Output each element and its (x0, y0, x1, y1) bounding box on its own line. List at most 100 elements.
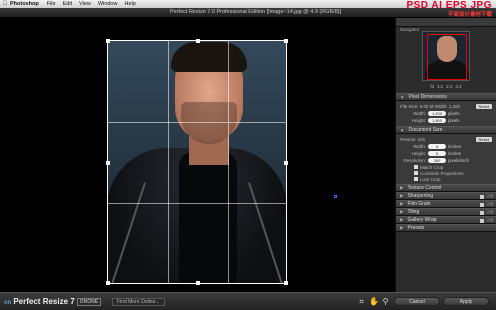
disclosure-closed-icon: ▶ (400, 201, 404, 206)
gallery-wrap-toggle[interactable] (480, 219, 484, 223)
pixel-width-unit[interactable]: pixels (448, 111, 460, 116)
zoom-fit[interactable]: fit (430, 84, 434, 89)
doc-width-input[interactable]: 4 (428, 144, 446, 149)
window-title: Perfect Resize 7.0 Professional Edition … (170, 9, 342, 15)
crop-handle-bl[interactable] (106, 281, 110, 285)
constrain-proportions-label: Constrain Proportions (420, 170, 464, 176)
checkbox-box[interactable] (414, 177, 418, 181)
pixel-height-label: Height: (411, 118, 426, 123)
pixel-height-row: Height: 1,500 pixels (400, 117, 492, 124)
checkbox-box[interactable] (414, 165, 418, 169)
menu-view[interactable]: View (79, 1, 91, 7)
document-size-body: Presets: 4x5 Reset Width: 4 inches Heigh… (396, 134, 496, 184)
section-sharpening-label: Sharpening (407, 193, 434, 199)
section-film-grain[interactable]: ▶ Film Grain Off (396, 200, 496, 208)
watermark-line2: 平面设计素材下载 (447, 12, 492, 18)
lock-crop-checkbox[interactable]: Lock Crop (400, 176, 492, 182)
cancel-button[interactable]: Cancel (394, 297, 440, 306)
doc-reset-button[interactable]: Reset (475, 137, 492, 142)
section-pixel-dimensions-label: Pixel Dimensions (408, 94, 447, 100)
apply-button[interactable]: Apply (443, 297, 489, 306)
disclosure-open-icon: ▼ (400, 94, 405, 100)
section-document-size[interactable]: ▼ Document Size (396, 126, 496, 134)
bottom-toolbar: on Perfect Resize 7 ONONE Find More Online… (0, 292, 496, 310)
disclosure-open-icon: ▼ (400, 127, 405, 133)
pixel-height-input[interactable]: 1,500 (428, 118, 446, 123)
resolution-input[interactable]: 300 (428, 158, 446, 163)
pixel-width-row: Width: 1,200 pixels (400, 110, 492, 117)
section-document-size-label: Document Size (408, 127, 443, 133)
pixel-reset-button[interactable]: Reset (475, 104, 492, 109)
find-more-online-button[interactable]: Find More Online... (112, 298, 165, 306)
watermark: PSD AI EPS JPG 平面设计素材下载 (406, 0, 492, 18)
zoom-tool-icon[interactable]: ⚲ (381, 297, 390, 306)
navigator-tab[interactable]: Navigator (396, 25, 423, 34)
doc-height-input[interactable]: 5 (428, 151, 446, 156)
doc-height-label: Height: (411, 151, 426, 156)
resolution-label: Resolution: (403, 158, 426, 163)
pixel-width-input[interactable]: 1,200 (428, 111, 446, 116)
apple-menu-icon[interactable]:  (0, 1, 10, 7)
crop-handle-t[interactable] (196, 39, 200, 43)
section-texture-control-label: Texture Control (407, 185, 442, 191)
resolution-unit[interactable]: pixels/inch (448, 158, 469, 163)
sharpening-toggle[interactable] (480, 195, 484, 199)
crop-handle-r[interactable] (284, 161, 288, 165)
crop-handle-l[interactable] (106, 161, 110, 165)
disclosure-closed-icon: ▶ (400, 217, 404, 222)
crop-handle-b[interactable] (196, 281, 200, 285)
gallery-wrap-state: Off (487, 218, 493, 223)
navigator-header: Navigator (396, 18, 496, 32)
section-tiling-label: Tiling (407, 209, 420, 215)
section-gallery-wrap[interactable]: ▶ Gallery Wrap Off (396, 216, 496, 224)
preset-select[interactable]: Presets: 4x5 (400, 137, 474, 142)
pixel-width-label: Width: (413, 111, 426, 116)
menu-edit[interactable]: Edit (63, 1, 72, 7)
tiling-state: Off (487, 210, 493, 215)
pixel-height-unit[interactable]: pixels (448, 118, 460, 123)
navigator-thumbnail[interactable] (422, 31, 470, 81)
tiling-toggle[interactable] (480, 211, 484, 215)
brand-badge: ONONE (76, 297, 102, 306)
navigator-view-frame[interactable] (427, 34, 467, 80)
settings-panel: Navigator fit 1:1 2:1 4:1 ▼ Pixel Dimens… (395, 18, 496, 292)
crop-box[interactable] (106, 39, 288, 285)
film-grain-toggle[interactable] (480, 203, 484, 207)
crop-grid-hline-2 (108, 203, 286, 204)
zoom-1-1[interactable]: 1:1 (437, 84, 443, 89)
resolution-row: Resolution: 300 pixels/inch (400, 157, 492, 164)
section-tiling[interactable]: ▶ Tiling Off (396, 208, 496, 216)
doc-width-row: Width: 4 inches (400, 143, 492, 150)
sharpening-state: Off (487, 194, 493, 199)
section-sharpening[interactable]: ▶ Sharpening Off (396, 192, 496, 200)
cursor-marker (334, 195, 337, 198)
crop-tool-icon[interactable]: ⌗ (357, 297, 366, 306)
doc-height-unit[interactable]: inches (448, 151, 461, 156)
disclosure-closed-icon: ▶ (400, 209, 404, 214)
menu-window[interactable]: Window (98, 1, 118, 7)
doc-height-row: Height: 5 inches (400, 150, 492, 157)
doc-width-unit[interactable]: inches (448, 144, 461, 149)
crop-handle-br[interactable] (284, 281, 288, 285)
crop-handle-tr[interactable] (284, 39, 288, 43)
zoom-4-1[interactable]: 4:1 (455, 84, 461, 89)
zoom-2-1[interactable]: 2:1 (446, 84, 452, 89)
product-name: Perfect Resize 7 (13, 297, 75, 306)
menu-file[interactable]: File (47, 1, 56, 7)
hand-tool-icon[interactable]: ✋ (369, 297, 379, 306)
lock-crop-label: Lock Crop (420, 176, 441, 182)
menu-help[interactable]: Help (124, 1, 135, 7)
section-texture-control[interactable]: ▶ Texture Control (396, 184, 496, 192)
match-crop-label: Match Crop (420, 164, 444, 170)
disclosure-closed-icon: ▶ (400, 185, 404, 190)
pixel-dimensions-body: File Size: 6.00 M Width: 1,200 Reset Wid… (396, 101, 496, 126)
section-presets[interactable]: ▶ Presets (396, 224, 496, 232)
section-presets-label: Presets (407, 225, 425, 231)
section-pixel-dimensions[interactable]: ▼ Pixel Dimensions (396, 93, 496, 101)
menu-app-name[interactable]: Photoshop (10, 1, 39, 7)
section-gallery-wrap-label: Gallery Wrap (407, 217, 437, 223)
image-canvas[interactable] (0, 18, 395, 292)
checkbox-box[interactable] (414, 171, 418, 175)
crop-handle-tl[interactable] (106, 39, 110, 43)
product-logo: on Perfect Resize 7 ONONE (4, 297, 102, 306)
